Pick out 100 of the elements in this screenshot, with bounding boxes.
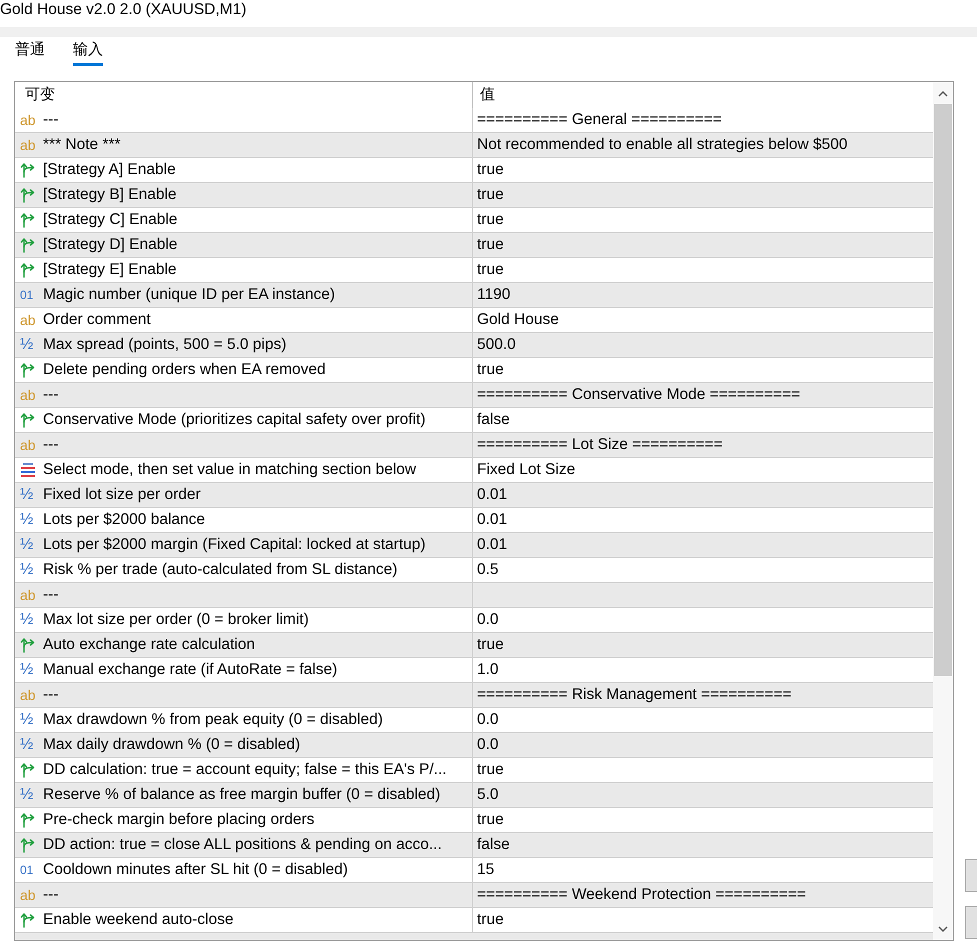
parameter-name: DD action: true = close ALL positions & pending on acco... xyxy=(43,836,442,854)
value-field[interactable]: 5.0 xyxy=(473,783,933,807)
table-row[interactable]: 01 Cooldown minutes after SL hit (0 = disabled) 15 xyxy=(15,858,933,883)
table-row[interactable]: ab *** Note *** Not recommended to enable all strategies below $500 xyxy=(15,133,933,158)
table-row[interactable]: ½ Max drawdown % from peak equity (0 = disabled) 0.0 xyxy=(15,708,933,733)
table-row[interactable]: DD action: true = close ALL positions & pending on acco... false xyxy=(15,833,933,858)
table-row[interactable]: ab --- ========== Risk Management ========== xyxy=(15,683,933,708)
tab[interactable]: 普通 xyxy=(15,40,45,66)
table-row[interactable]: ½ Fixed lot size per order 0.01 xyxy=(15,483,933,508)
value-field[interactable]: true xyxy=(473,633,933,657)
table-row[interactable]: ab --- ========== Lot Size ========== xyxy=(15,433,933,458)
parameter-name: Reserve % of balance as free margin buffer (0 = disabled) xyxy=(43,786,440,804)
value-field[interactable]: true xyxy=(473,358,933,382)
value-field[interactable]: 0.5 xyxy=(473,558,933,582)
value-field[interactable]: 1190 xyxy=(473,283,933,307)
value-field[interactable]: ========== Risk Management ========== xyxy=(473,683,933,707)
table-row[interactable]: ab --- ========== Conservative Mode ========== xyxy=(15,383,933,408)
value-field[interactable]: true xyxy=(473,258,933,282)
value-field[interactable]: 0.0 xyxy=(473,608,933,632)
value-field[interactable]: ========== Weekend Protection ========== xyxy=(473,883,933,907)
table-row[interactable]: [Strategy E] Enable true xyxy=(15,258,933,283)
parameter-name: --- xyxy=(43,886,58,904)
value-field[interactable]: Not recommended to enable all strategies below $500 xyxy=(473,133,933,157)
branch-arrow-icon xyxy=(20,187,36,203)
value-field[interactable]: true xyxy=(473,808,933,832)
value-field[interactable]: 1.0 xyxy=(473,658,933,682)
scrollbar-thumb[interactable] xyxy=(934,104,952,676)
table-row[interactable]: Pre-check margin before placing orders true xyxy=(15,808,933,833)
table-row[interactable]: Auto exchange rate calculation true xyxy=(15,633,933,658)
value-field[interactable]: Gold House xyxy=(473,308,933,332)
parameter-name: *** Note *** xyxy=(43,136,121,154)
value-field[interactable]: true xyxy=(473,158,933,182)
table-row[interactable]: ½ Max lot size per order (0 = broker limit) 0.0 xyxy=(15,608,933,633)
value-field[interactable]: ========== Lot Size ========== xyxy=(473,433,933,457)
parameter-name: Magic number (unique ID per EA instance) xyxy=(43,286,336,304)
table-row[interactable]: [Strategy B] Enable true xyxy=(15,183,933,208)
value-field[interactable]: 0.01 xyxy=(473,483,933,507)
branch-arrow-icon xyxy=(20,637,36,653)
branch-arrow-icon xyxy=(20,237,36,253)
table-row[interactable]: ½ Lots per $2000 balance 0.01 xyxy=(15,508,933,533)
parameter-name: Auto exchange rate calculation xyxy=(43,636,255,654)
table-row[interactable]: Delete pending orders when EA removed true xyxy=(15,358,933,383)
value-field[interactable]: 0.01 xyxy=(473,533,933,557)
value-field[interactable]: 0.0 xyxy=(473,733,933,757)
table-row[interactable]: Enable weekend auto-close true xyxy=(15,908,933,933)
list-icon xyxy=(20,463,36,477)
table-row[interactable]: 01 Magic number (unique ID per EA instance) 1190 xyxy=(15,283,933,308)
table-row[interactable]: ab Order comment Gold House xyxy=(15,308,933,333)
fraction-icon: ½ xyxy=(20,562,34,578)
parameter-name: --- xyxy=(43,686,58,704)
table-row[interactable]: ½ Reserve % of balance as free margin buffer (0 = disabled) 5.0 xyxy=(15,783,933,808)
fraction-icon: ½ xyxy=(20,512,34,528)
value-field[interactable]: 0.0 xyxy=(473,708,933,732)
table-row[interactable]: ½ Manual exchange rate (if AutoRate = false) 1.0 xyxy=(15,658,933,683)
parameter-name: Delete pending orders when EA removed xyxy=(43,361,326,379)
value-field[interactable]: false xyxy=(473,408,933,432)
parameter-name: Fixed lot size per order xyxy=(43,486,201,504)
value-field[interactable]: true xyxy=(473,183,933,207)
value-field[interactable]: 15 xyxy=(473,858,933,882)
parameter-name: --- xyxy=(43,436,58,454)
table-row[interactable]: ½ Lots per $2000 margin (Fixed Capital: locked at startup) 0.01 xyxy=(15,533,933,558)
parameter-name: Manual exchange rate (if AutoRate = false) xyxy=(43,661,338,679)
fraction-icon: ½ xyxy=(20,487,34,503)
parameter-name: [Strategy B] Enable xyxy=(43,186,177,204)
table-row[interactable]: ½ Max daily drawdown % (0 = disabled) 0.0 xyxy=(15,733,933,758)
value-field[interactable]: false xyxy=(473,833,933,857)
string-type-icon: ab xyxy=(20,588,36,602)
parameter-name: Max daily drawdown % (0 = disabled) xyxy=(43,736,300,754)
tab[interactable]: 输入 xyxy=(73,40,103,66)
value-field[interactable]: true xyxy=(473,208,933,232)
parameter-name: --- xyxy=(43,386,58,404)
table-row[interactable]: ½ Max spread (points, 500 = 5.0 pips) 500.0 xyxy=(15,333,933,358)
table-row[interactable]: [Strategy C] Enable true xyxy=(15,208,933,233)
table-row[interactable]: Conservative Mode (prioritizes capital safety over profit) false xyxy=(15,408,933,433)
table-row[interactable]: ab --- ========== General ========== xyxy=(15,108,933,133)
parameter-name: Lots per $2000 margin (Fixed Capital: locked at startup) xyxy=(43,536,426,554)
fraction-icon: ½ xyxy=(20,537,34,553)
table-row[interactable]: ½ Risk % per trade (auto-calculated from SL distance) 0.5 xyxy=(15,558,933,583)
string-type-icon: ab xyxy=(20,688,36,702)
fraction-icon: ½ xyxy=(20,662,34,678)
table-row[interactable]: ab --- xyxy=(15,583,933,608)
value-field[interactable]: 500.0 xyxy=(473,333,933,357)
value-field[interactable]: true xyxy=(473,908,933,932)
table-row[interactable]: [Strategy D] Enable true xyxy=(15,233,933,258)
value-field[interactable]: ========== General ========== xyxy=(473,108,933,132)
table-row[interactable]: ab --- ========== Weekend Protection ========== xyxy=(15,883,933,908)
parameter-name: [Strategy A] Enable xyxy=(43,161,176,179)
chevron-down-icon[interactable] xyxy=(938,926,948,932)
table-row[interactable]: DD calculation: true = account equity; false = this EA's P/... true xyxy=(15,758,933,783)
value-field[interactable]: Fixed Lot Size xyxy=(473,458,933,482)
table-row[interactable]: [Strategy A] Enable true xyxy=(15,158,933,183)
chevron-up-icon[interactable] xyxy=(938,91,948,97)
branch-arrow-icon xyxy=(20,212,36,228)
branch-arrow-icon xyxy=(20,837,36,853)
value-field[interactable]: true xyxy=(473,758,933,782)
scrollbar-track[interactable] xyxy=(933,82,953,940)
value-field[interactable]: true xyxy=(473,233,933,257)
table-row[interactable]: Select mode, then set value in matching section below Fixed Lot Size xyxy=(15,458,933,483)
value-field[interactable]: ========== Conservative Mode ========== xyxy=(473,383,933,407)
value-field[interactable]: 0.01 xyxy=(473,508,933,532)
